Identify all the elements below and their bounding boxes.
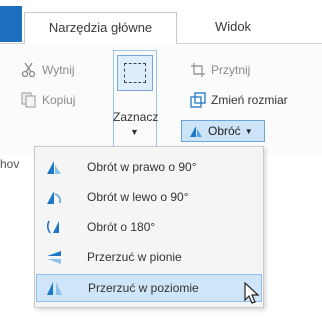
rotate-left-icon xyxy=(45,188,63,206)
copy-label: Kopiuj xyxy=(42,93,76,107)
group-label-fragment: hov xyxy=(0,157,20,171)
menu-item-label: Przerzuć w pionie xyxy=(87,250,182,264)
scissors-icon xyxy=(21,62,37,78)
copy-button[interactable]: Kopiuj xyxy=(21,92,75,108)
flip-vertical-icon xyxy=(45,248,63,266)
file-tab-accent[interactable] xyxy=(0,6,22,42)
rotate-right-icon xyxy=(45,158,63,176)
menu-item-label: Obrót o 180° xyxy=(87,220,156,234)
rotate-button[interactable]: Obróć ▼ xyxy=(181,120,265,142)
flip-horizontal-icon xyxy=(46,279,64,297)
rotate-icon xyxy=(188,123,204,139)
menu-item-label: Obrót w prawo o 90° xyxy=(87,160,197,174)
rotate-dropdown-arrow: ▼ xyxy=(244,126,253,136)
menu-item-rotate-180[interactable]: Obrót o 180° xyxy=(36,213,262,241)
resize-label: Zmień rozmiar xyxy=(211,93,288,107)
rotate-180-icon xyxy=(45,218,63,236)
ribbon-tab-strip: Narzędzia główne Widok xyxy=(0,0,322,44)
menu-item-flip-vertical[interactable]: Przerzuć w pionie xyxy=(36,243,262,271)
select-dropdown-arrow[interactable]: ▼ xyxy=(130,127,139,137)
cut-label: Wytnij xyxy=(42,63,75,77)
rotate-label: Obróć xyxy=(208,124,241,138)
menu-item-rotate-left[interactable]: Obrót w lewo o 90° xyxy=(36,183,262,211)
crop-icon xyxy=(190,62,206,78)
resize-icon xyxy=(190,92,206,108)
select-label[interactable]: Zaznacz xyxy=(113,110,158,124)
menu-item-label: Obrót w lewo o 90° xyxy=(87,190,189,204)
mouse-pointer-icon xyxy=(244,281,262,306)
rotate-menu: Obrót w prawo o 90° Obrót w lewo o 90° O… xyxy=(34,146,264,308)
menu-item-flip-horizontal[interactable]: Przerzuć w poziomie xyxy=(36,274,262,302)
tab-home[interactable]: Narzędzia główne xyxy=(24,12,177,44)
crop-button[interactable]: Przytnij xyxy=(190,62,250,78)
crop-label: Przytnij xyxy=(211,63,251,77)
menu-item-label: Przerzuć w poziomie xyxy=(88,281,199,295)
tab-view[interactable]: Widok xyxy=(198,12,268,44)
cut-button[interactable]: Wytnij xyxy=(21,62,75,78)
select-icon[interactable] xyxy=(117,55,153,91)
copy-icon xyxy=(21,92,37,108)
menu-item-rotate-right[interactable]: Obrót w prawo o 90° xyxy=(36,153,262,181)
resize-button[interactable]: Zmień rozmiar xyxy=(190,92,288,108)
paint-ribbon-screenshot: Narzędzia główne Widok Wytnij Kopiuj Zaz… xyxy=(0,0,322,317)
